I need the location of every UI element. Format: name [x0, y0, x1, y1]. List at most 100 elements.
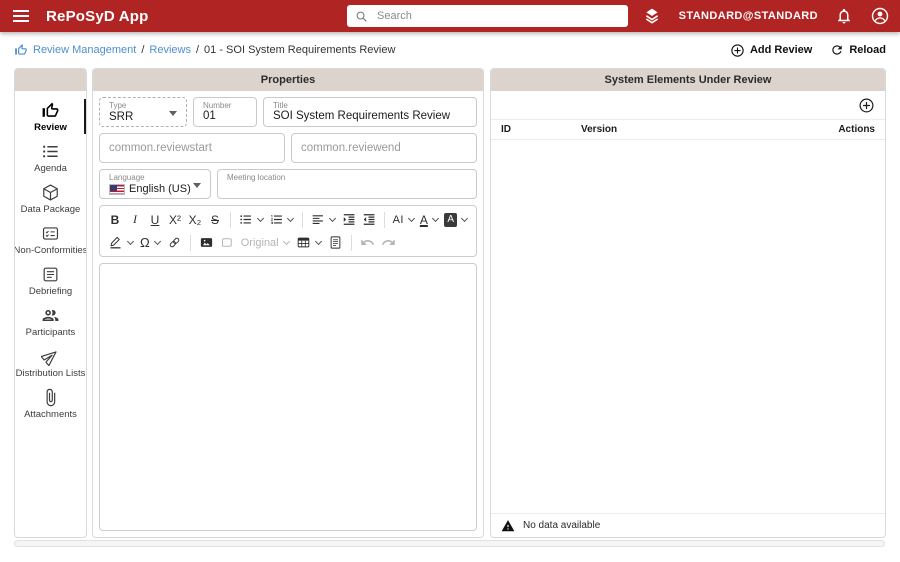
- undo-button[interactable]: [357, 233, 378, 253]
- search-box[interactable]: [347, 5, 628, 27]
- resize-image-button[interactable]: [217, 233, 238, 253]
- sidebar-item-participants[interactable]: Participants: [15, 301, 86, 342]
- add-review-button[interactable]: Add Review: [730, 43, 812, 58]
- horizontal-scrollbar[interactable]: [14, 540, 885, 547]
- dropdown-arrow-icon: [193, 183, 201, 188]
- toolbar-divider: [230, 211, 231, 228]
- add-review-label: Add Review: [749, 44, 813, 56]
- paperclip-icon: [46, 388, 56, 407]
- link-icon: [169, 237, 179, 248]
- layers-icon[interactable]: [642, 6, 662, 26]
- warning-icon: [501, 519, 515, 531]
- meeting-location-input[interactable]: [227, 181, 468, 195]
- font-size-glyph: AI: [392, 213, 404, 226]
- superscript-button[interactable]: X²: [165, 210, 185, 230]
- source-view-button[interactable]: [325, 233, 346, 253]
- numbered-list-button[interactable]: [267, 210, 298, 230]
- reload-button[interactable]: Reload: [830, 43, 886, 57]
- numbered-list-icon: [270, 214, 282, 225]
- sidebar-item-non-conformities[interactable]: Non-Conformities: [15, 219, 86, 260]
- breadcrumb-separator: /: [141, 44, 145, 56]
- breadcrumb-link-reviews[interactable]: Reviews: [149, 44, 191, 56]
- bulleted-list-icon: [43, 145, 58, 158]
- review-nav-panel: Review Agenda Data Package Non-Conformit…: [14, 68, 87, 538]
- insert-image-button[interactable]: [196, 233, 217, 253]
- subscript-button[interactable]: X₂: [185, 210, 205, 230]
- redo-button[interactable]: [378, 233, 399, 253]
- strikethrough-button[interactable]: S: [205, 210, 225, 230]
- number-input[interactable]: [203, 109, 248, 123]
- review-start-input[interactable]: [100, 134, 284, 162]
- thumb-up-icon: [42, 102, 59, 117]
- add-element-button[interactable]: [858, 97, 875, 114]
- image-size-original-button[interactable]: Original: [238, 233, 293, 253]
- meeting-location-field[interactable]: Meeting location: [217, 169, 477, 199]
- language-select[interactable]: Language English (US): [99, 169, 211, 199]
- sidebar-item-distribution-lists[interactable]: Distribution Lists: [15, 342, 86, 383]
- caret-down-icon: [256, 214, 264, 222]
- indent-increase-button[interactable]: [339, 210, 359, 230]
- type-select[interactable]: Type SRR: [99, 97, 187, 127]
- insert-table-button[interactable]: [293, 233, 325, 253]
- rich-text-editor-area[interactable]: [99, 263, 477, 531]
- add-icon[interactable]: [593, 6, 613, 26]
- sidebar-item-label: Distribution Lists: [15, 368, 86, 379]
- account-circle-icon[interactable]: [870, 6, 890, 26]
- review-end-input[interactable]: [292, 134, 476, 162]
- title-field[interactable]: Title: [263, 97, 477, 127]
- sidebar-item-debriefing[interactable]: Debriefing: [15, 260, 86, 301]
- sidebar-item-label: Non-Conformities: [15, 245, 86, 256]
- indent-decrease-icon: [363, 214, 375, 225]
- bullet-list-button[interactable]: [236, 210, 267, 230]
- number-field[interactable]: Number: [193, 97, 257, 127]
- menu-icon[interactable]: [13, 10, 29, 22]
- article-icon: [43, 267, 58, 282]
- notifications-bell-icon[interactable]: [835, 7, 853, 25]
- caret-down-icon: [314, 237, 322, 245]
- breadcrumb-link-review-management[interactable]: Review Management: [33, 44, 136, 56]
- breadcrumb-bar: Review Management / Reviews / 01 - SOI S…: [0, 32, 900, 68]
- nav-items: Review Agenda Data Package Non-Conformit…: [15, 91, 86, 424]
- link-button[interactable]: [164, 233, 185, 253]
- page-actions: Add Review Reload: [730, 43, 886, 58]
- sidebar-item-label: Review: [34, 122, 67, 133]
- elements-empty-state: No data available: [491, 513, 885, 537]
- breadcrumb-current: 01 - SOI System Requirements Review: [204, 44, 396, 56]
- font-color-button[interactable]: A: [417, 210, 441, 230]
- sidebar-item-review[interactable]: Review: [15, 96, 86, 137]
- caret-down-icon: [460, 214, 469, 222]
- dropdown-arrow-icon: [169, 111, 177, 116]
- system-elements-panel: System Elements Under Review ID Version …: [490, 68, 886, 538]
- language-value: English (US): [129, 183, 191, 195]
- app-header: RePoSyD App STANDARD@STANDARD: [0, 0, 900, 32]
- resize-frame-icon: [221, 238, 232, 247]
- font-size-button[interactable]: AI: [390, 210, 417, 230]
- italic-button[interactable]: I: [125, 210, 145, 230]
- empty-message: No data available: [523, 520, 601, 531]
- caret-down-icon: [282, 237, 290, 245]
- properties-form: Type SRR Number Title Language: [93, 91, 483, 537]
- caret-down-icon: [153, 237, 161, 245]
- indent-decrease-button[interactable]: [359, 210, 379, 230]
- bullet-list-icon: [240, 215, 251, 224]
- search-input[interactable]: [375, 9, 621, 23]
- highlight-button[interactable]: [105, 233, 137, 253]
- paper-plane-icon: [41, 351, 57, 366]
- text-align-button[interactable]: [308, 210, 339, 230]
- sidebar-item-data-package[interactable]: Data Package: [15, 178, 86, 219]
- sidebar-item-label: Attachments: [24, 409, 77, 420]
- nav-panel-header: [15, 69, 86, 91]
- type-label: Type: [109, 101, 127, 110]
- background-color-button[interactable]: A: [441, 210, 471, 230]
- bold-button[interactable]: B: [105, 210, 125, 230]
- system-elements-panel-title: System Elements Under Review: [491, 69, 885, 91]
- review-start-field[interactable]: [99, 133, 285, 163]
- sidebar-item-attachments[interactable]: Attachments: [15, 383, 86, 424]
- caret-down-icon: [126, 237, 135, 245]
- type-value: SRR: [109, 111, 134, 123]
- special-characters-button[interactable]: Ω: [137, 233, 164, 253]
- review-end-field[interactable]: [291, 133, 477, 163]
- title-input[interactable]: [273, 109, 468, 123]
- sidebar-item-agenda[interactable]: Agenda: [15, 137, 86, 178]
- underline-button[interactable]: U: [145, 210, 165, 230]
